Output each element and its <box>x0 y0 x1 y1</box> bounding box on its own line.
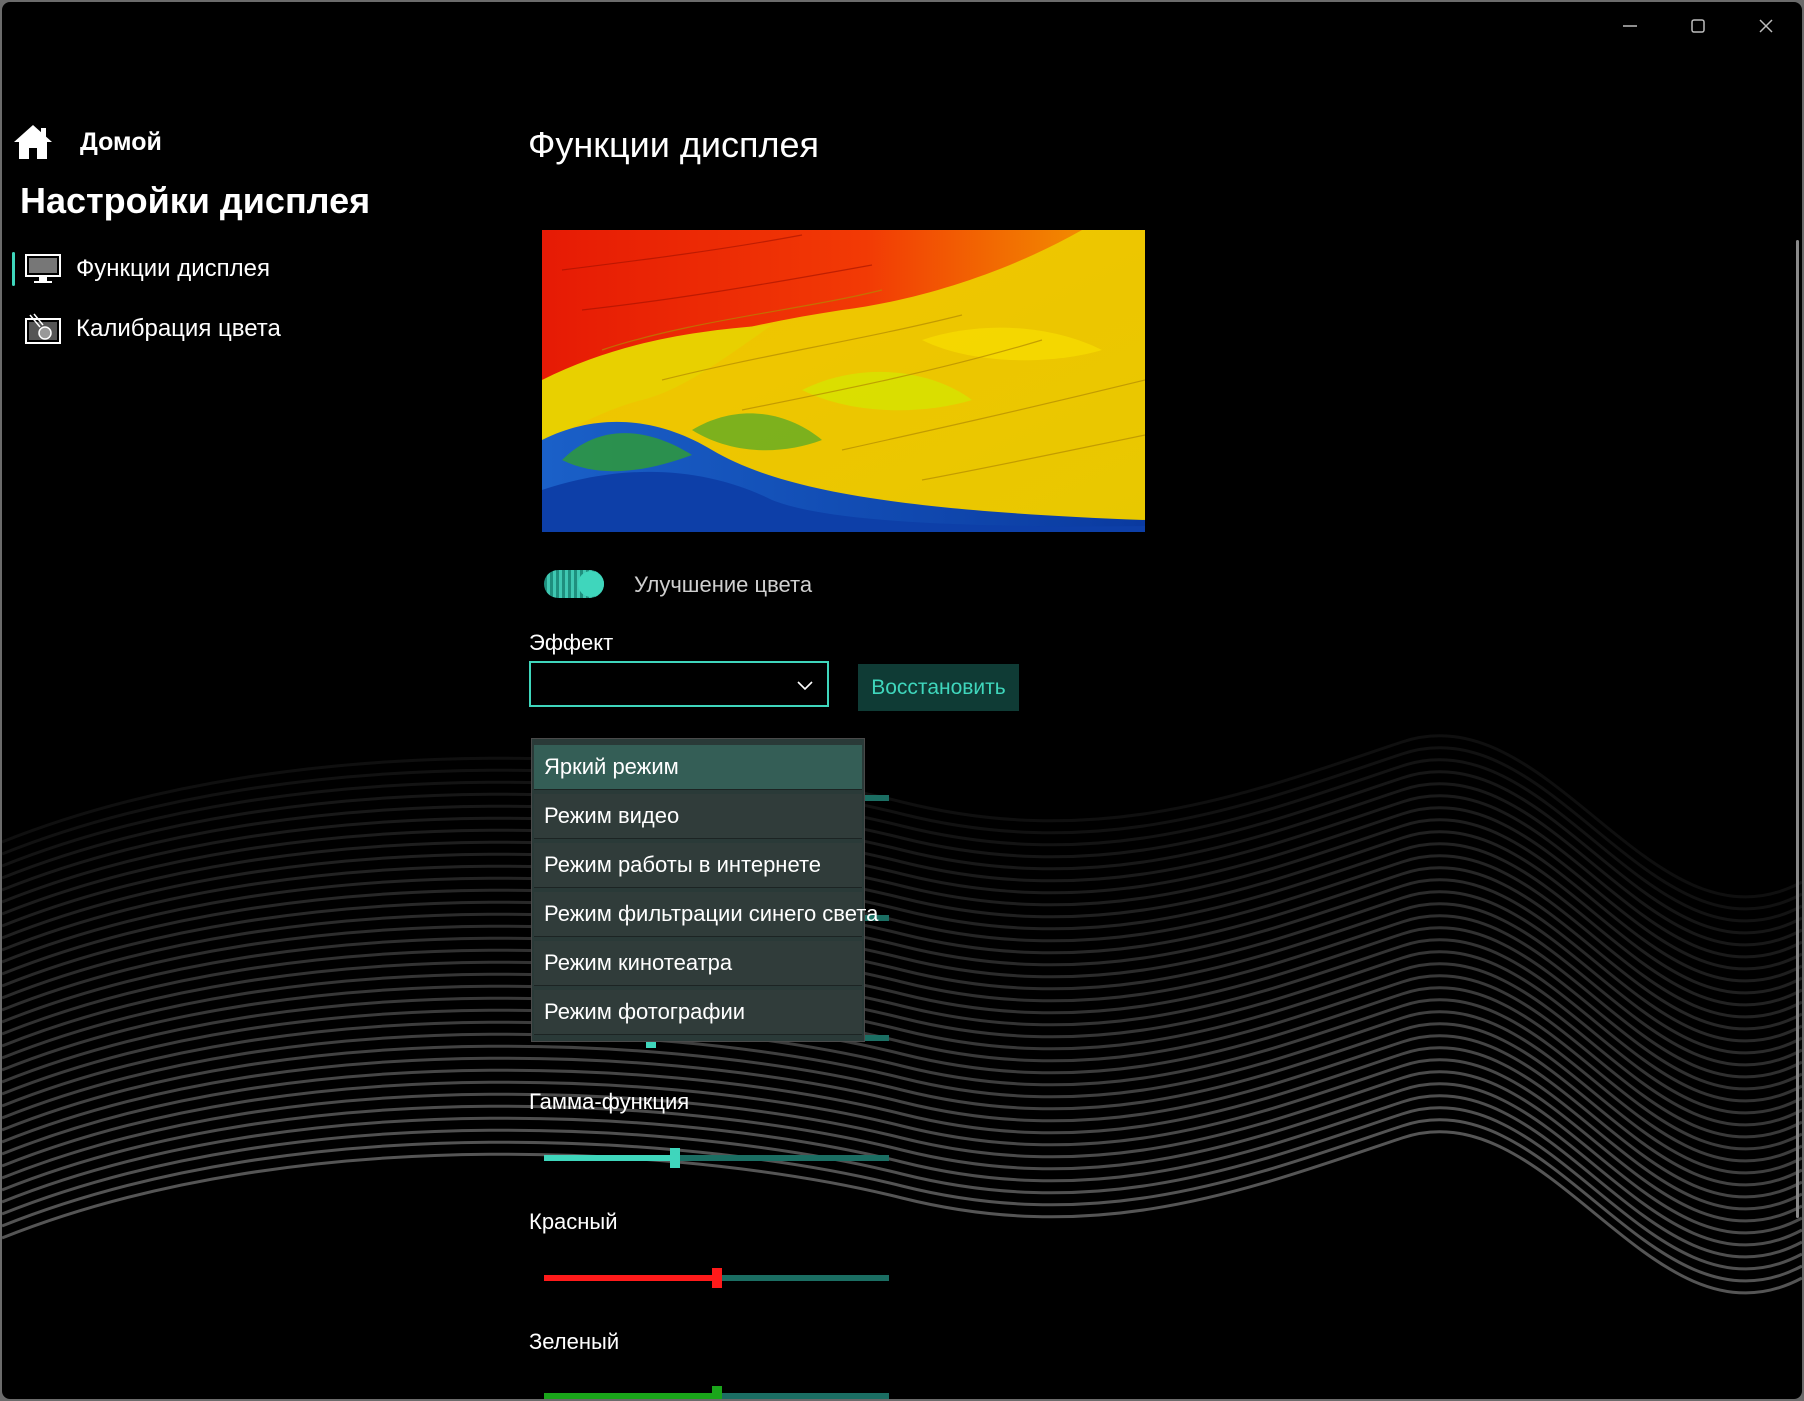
effect-combobox[interactable] <box>529 661 829 707</box>
home-button[interactable]: Домой <box>12 120 162 164</box>
effect-option[interactable]: Режим видео <box>534 794 862 839</box>
color-enhance-label: Улучшение цвета <box>634 572 813 597</box>
wave-line <box>2 1118 1802 1283</box>
slider-fill <box>544 1275 717 1281</box>
green-slider[interactable] <box>544 1386 889 1399</box>
effect-option[interactable]: Режим работы в интернете <box>534 843 862 888</box>
effect-label: Эффект <box>529 630 614 655</box>
home-label: Домой <box>80 127 162 156</box>
slider-thumb[interactable] <box>670 1148 681 1168</box>
calibration-icon <box>24 313 62 345</box>
gamma-label: Гамма-функция <box>529 1089 690 1114</box>
wave-line <box>2 926 1802 1091</box>
nav-item-label: Калибрация цвета <box>76 315 281 342</box>
selection-indicator <box>12 252 15 286</box>
nav-item-label: Функции дисплея <box>76 255 270 282</box>
wave-line <box>2 914 1802 1079</box>
gamma-slider[interactable] <box>544 1148 889 1168</box>
wave-line <box>2 782 1802 947</box>
wave-line <box>2 986 1802 1151</box>
wave-line <box>2 938 1802 1103</box>
slider-thumb[interactable] <box>711 1268 722 1288</box>
wave-line <box>2 830 1802 995</box>
wave-line <box>2 758 1802 923</box>
vertical-scrollbar[interactable] <box>1796 240 1799 1218</box>
nav-item-display-functions[interactable]: Функции дисплея <box>12 244 472 294</box>
wave-line <box>2 770 1802 935</box>
wave-line <box>2 1046 1802 1211</box>
wave-line <box>2 1058 1802 1223</box>
wave-line <box>2 950 1802 1115</box>
effect-option[interactable]: Яркий режим <box>534 745 862 790</box>
green-label: Зеленый <box>529 1329 620 1354</box>
wave-line <box>2 734 1802 899</box>
wave-line <box>2 1034 1802 1199</box>
wave-line <box>2 890 1802 1055</box>
wave-line <box>2 998 1802 1163</box>
nav-title: Настройки дисплея <box>20 180 371 221</box>
restore-button[interactable]: Восстановить <box>858 664 1019 711</box>
minimize-button[interactable] <box>1596 2 1664 50</box>
wave-line <box>2 854 1802 1019</box>
wave-line <box>2 818 1802 983</box>
wave-line <box>2 1130 1802 1295</box>
close-button[interactable] <box>1732 2 1800 50</box>
wave-line <box>2 1010 1802 1175</box>
parrot-feathers-image <box>542 230 1145 532</box>
effect-option[interactable]: Режим фотографии <box>534 990 862 1035</box>
toggle-knob <box>578 571 604 597</box>
chevron-down-icon <box>797 681 813 691</box>
wave-line <box>2 974 1802 1139</box>
maximize-icon <box>1691 19 1705 33</box>
slider-fill <box>544 1393 717 1399</box>
red-label: Красный <box>529 1209 618 1234</box>
wave-line <box>2 794 1802 959</box>
wave-line <box>2 746 1802 911</box>
preview-image <box>542 230 1145 532</box>
color-enhance-toggle[interactable] <box>544 570 604 598</box>
wave-line <box>2 1094 1802 1259</box>
wave-line <box>2 866 1802 1031</box>
wave-line <box>2 1070 1802 1235</box>
app-window: Домой Настройки дисплея Функции дисплея … <box>2 2 1802 1399</box>
wave-line <box>2 842 1802 1007</box>
red-slider[interactable] <box>544 1268 889 1288</box>
nav-item-color-calibration[interactable]: Калибрация цвета <box>12 304 472 354</box>
effect-option[interactable]: Режим фильтрации синего света <box>534 892 878 937</box>
page-title: Функции дисплея <box>528 124 819 165</box>
minimize-icon <box>1623 25 1637 27</box>
monitor-icon <box>24 253 62 285</box>
wave-line <box>2 806 1802 971</box>
wave-line <box>2 962 1802 1127</box>
wave-line <box>2 1106 1802 1271</box>
effect-dropdown-list: Яркий режим Режим видео Режим работы в и… <box>531 738 878 1042</box>
close-icon <box>1759 19 1773 33</box>
effect-option[interactable]: Режим кинотеатра <box>534 941 862 986</box>
slider-thumb[interactable] <box>711 1386 722 1399</box>
wave-line <box>2 878 1802 1043</box>
wave-line <box>2 902 1802 1067</box>
slider-fill <box>544 1155 676 1161</box>
maximize-button[interactable] <box>1664 2 1732 50</box>
home-icon <box>14 125 52 159</box>
wave-line <box>2 1022 1802 1187</box>
wave-line <box>2 1082 1802 1247</box>
